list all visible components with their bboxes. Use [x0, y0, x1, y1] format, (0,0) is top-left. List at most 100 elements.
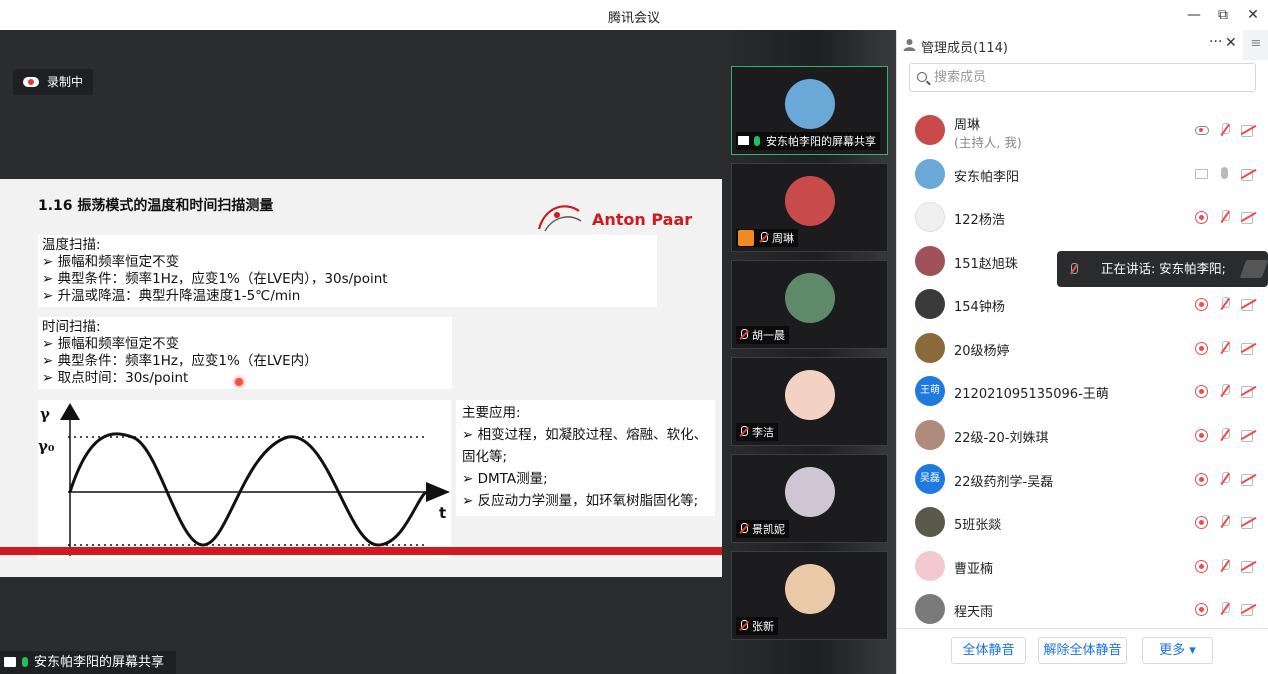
- title-bar: 腾讯会议 — ⧉ ✕: [0, 0, 1268, 30]
- member-row[interactable]: 122杨浩: [897, 196, 1268, 238]
- member-name: 122杨浩: [954, 213, 1005, 228]
- record-icon: [1195, 211, 1208, 224]
- time-scan-line: ➢ 取点时间：30s/point: [42, 370, 189, 386]
- camera-off-icon[interactable]: [1241, 561, 1256, 573]
- avatar: 王萌: [915, 376, 945, 406]
- video-tile[interactable]: 胡一晨: [731, 260, 888, 349]
- cloud-record-icon: [1195, 126, 1209, 135]
- camera-off-icon[interactable]: [1241, 125, 1256, 137]
- pin-icon[interactable]: [1239, 260, 1268, 278]
- video-tile-name: 胡一晨: [736, 326, 789, 344]
- avatar: [915, 594, 945, 624]
- mic-off-icon[interactable]: [1219, 559, 1231, 573]
- mic-off-icon[interactable]: [1219, 341, 1231, 355]
- member-row[interactable]: 20级杨婷: [897, 327, 1268, 369]
- avatar: [915, 333, 945, 363]
- mic-off-icon[interactable]: [1219, 428, 1231, 442]
- mic-off-icon[interactable]: [1219, 472, 1231, 486]
- anton-paar-logo-icon: [537, 205, 582, 232]
- camera-off-icon[interactable]: [1241, 430, 1256, 442]
- screen-share-icon: [738, 136, 749, 145]
- record-icon: [1195, 342, 1208, 355]
- record-icon: [1195, 560, 1208, 573]
- camera-off-icon[interactable]: [1241, 604, 1256, 616]
- avatar: [785, 273, 835, 323]
- member-row[interactable]: 王萌 212021095135096-王萌: [897, 370, 1268, 412]
- camera-off-icon[interactable]: [1241, 169, 1256, 181]
- panel-header: 管理成员(114) ··· ✕ ≡: [897, 30, 1268, 60]
- sine-wave-curve: [68, 432, 428, 547]
- member-status-icons: [1195, 210, 1259, 226]
- video-tile[interactable]: 李洁: [731, 357, 888, 446]
- video-tile-label: 胡一晨: [752, 329, 785, 342]
- member-name: 安东帕李阳: [954, 170, 1020, 185]
- camera-off-icon[interactable]: [1241, 343, 1256, 355]
- video-tile-name: 安东帕李阳的屏幕共享: [736, 132, 880, 150]
- camera-off-icon[interactable]: [1241, 474, 1256, 486]
- member-name: 22级-20-刘姝琪: [954, 431, 1049, 446]
- close-window-button[interactable]: ✕: [1242, 5, 1264, 25]
- applications-heading: 主要应用:: [462, 405, 521, 421]
- camera-off-icon[interactable]: [1241, 299, 1256, 311]
- avatar: [915, 289, 945, 319]
- video-tile[interactable]: 周琳: [731, 163, 888, 252]
- avatar: [915, 246, 945, 276]
- slide-title: 1.16 振荡模式的温度和时间扫描测量: [38, 198, 274, 214]
- mic-off-icon[interactable]: [1219, 602, 1231, 616]
- speaking-indicator: 正在讲话: 安东帕李阳;: [1057, 251, 1268, 287]
- temp-scan-heading: 温度扫描:: [42, 237, 101, 253]
- mic-off-icon[interactable]: [1219, 515, 1231, 529]
- mic-off-icon: [1069, 263, 1079, 275]
- menu-icon[interactable]: ≡: [1243, 30, 1268, 60]
- slide-footer-bar: [0, 547, 722, 555]
- member-name: 曹亚楠: [954, 562, 994, 577]
- member-row[interactable]: 程天雨: [897, 588, 1268, 630]
- laser-pointer: [235, 378, 243, 386]
- mic-off-icon[interactable]: [1219, 123, 1231, 137]
- member-name: 5班张燚: [954, 518, 1002, 533]
- mic-on-icon: [754, 136, 760, 146]
- user-icon: [903, 39, 916, 51]
- speaking-text: 正在讲话: 安东帕李阳;: [1101, 261, 1226, 276]
- more-button[interactable]: 更多 ▾: [1142, 637, 1213, 664]
- search-icon: [917, 72, 927, 82]
- application-line: ➢ 相变过程，如凝胶过程、熔融、软化、: [462, 427, 708, 443]
- member-row[interactable]: 曹亚楠: [897, 545, 1268, 587]
- more-options-icon[interactable]: ···: [1209, 34, 1222, 50]
- anton-paar-logo-text: Anton Paar: [592, 210, 693, 229]
- mute-all-button[interactable]: 全体静音: [951, 637, 1026, 664]
- member-row[interactable]: 周琳 (主持人, 我): [897, 109, 1268, 151]
- mic-off-icon[interactable]: [1219, 384, 1231, 398]
- camera-off-icon[interactable]: [1241, 386, 1256, 398]
- recording-badge[interactable]: 录制中: [13, 69, 93, 95]
- video-tile-name: 周琳: [736, 229, 798, 247]
- close-panel-icon[interactable]: ✕: [1225, 35, 1237, 51]
- restore-button[interactable]: ⧉: [1212, 5, 1234, 25]
- minimize-button[interactable]: —: [1183, 5, 1205, 25]
- mic-on-icon[interactable]: [1221, 167, 1228, 179]
- screen-share-icon: [4, 657, 16, 667]
- member-status-icons: [1195, 602, 1259, 618]
- member-row[interactable]: 吴磊 22级药剂学-吴磊: [897, 458, 1268, 500]
- record-icon: [1195, 603, 1208, 616]
- member-row[interactable]: 22级-20-刘姝琪: [897, 414, 1268, 456]
- camera-off-icon[interactable]: [1241, 212, 1256, 224]
- member-row[interactable]: 154钟杨: [897, 283, 1268, 325]
- avatar: [915, 115, 945, 145]
- avatar: [785, 370, 835, 420]
- video-gallery: 安东帕李阳的屏幕共享 周琳 胡一晨 李洁 景凯妮 张新: [722, 30, 896, 674]
- member-row[interactable]: 安东帕李阳: [897, 153, 1268, 195]
- video-tile[interactable]: 张新: [731, 551, 888, 640]
- mic-off-icon[interactable]: [1219, 297, 1231, 311]
- member-row[interactable]: 5班张燚: [897, 501, 1268, 543]
- camera-off-icon[interactable]: [1241, 517, 1256, 529]
- unmute-all-button[interactable]: 解除全体静音: [1038, 637, 1127, 664]
- mic-off-icon[interactable]: [1219, 210, 1231, 224]
- video-tile[interactable]: 景凯妮: [731, 454, 888, 543]
- member-status-icons: [1195, 472, 1259, 488]
- video-tile[interactable]: 安东帕李阳的屏幕共享: [731, 66, 888, 155]
- search-input[interactable]: 搜索成员: [909, 63, 1256, 92]
- application-line: ➢ DMTA测量;: [462, 471, 548, 487]
- member-name: 程天雨: [954, 605, 994, 620]
- sine-wave-diagram: γ γ₀ t: [38, 400, 451, 558]
